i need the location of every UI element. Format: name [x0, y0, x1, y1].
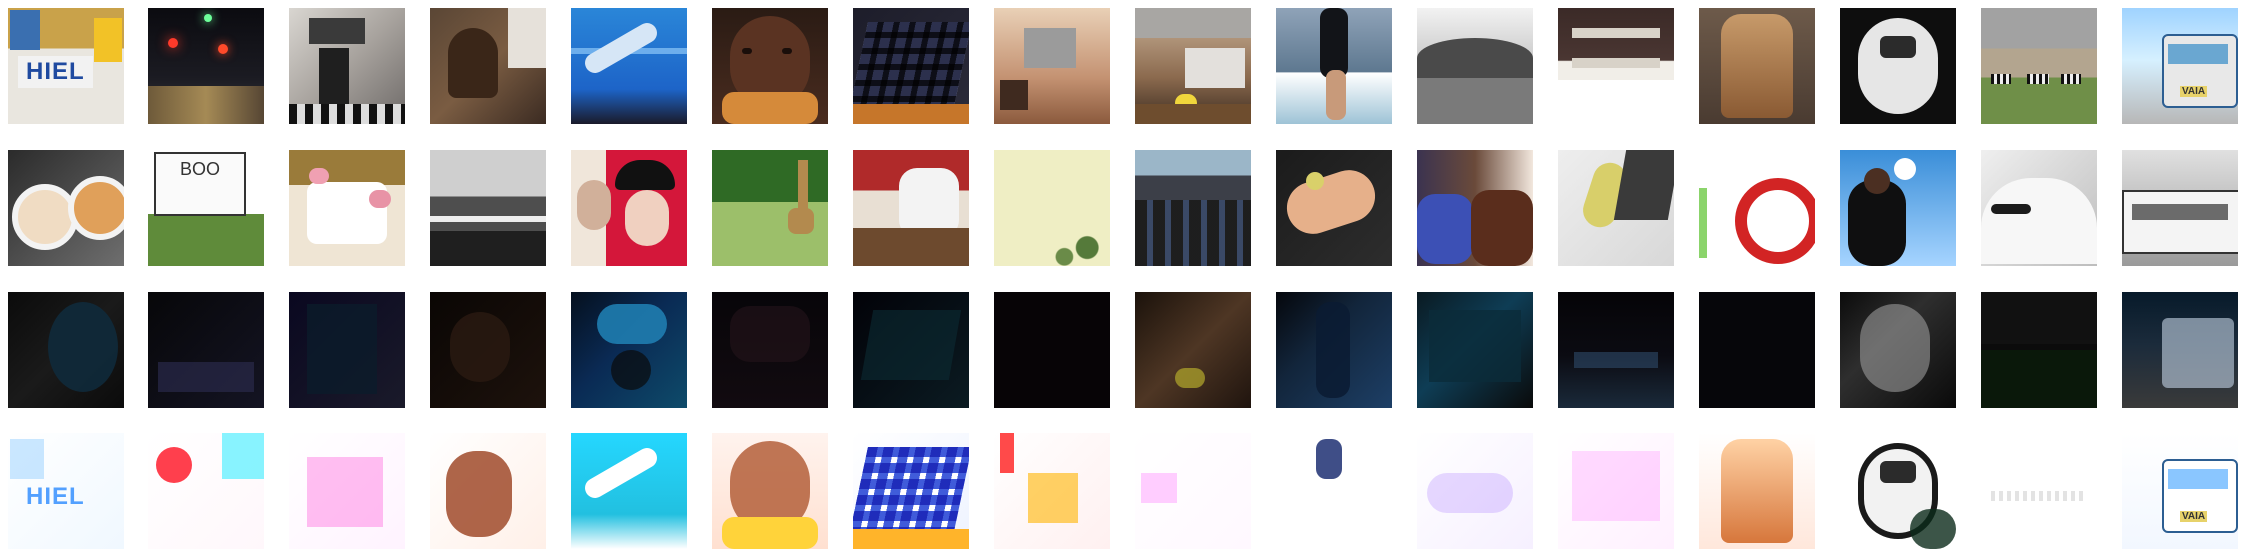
image-tile-pool-person-arm[interactable] [571, 8, 687, 124]
image-tile-bright-3[interactable] [289, 433, 405, 549]
bus-label: VAIA [2180, 86, 2208, 97]
image-tile-calculator-keypad[interactable] [853, 8, 969, 124]
image-tile-gray-road-trees[interactable] [430, 150, 546, 266]
image-tile-child-eating[interactable] [712, 8, 828, 124]
image-tile-white-train-closeup[interactable] [1981, 150, 2097, 266]
image-tile-people-eating[interactable] [1417, 150, 1533, 266]
image-tile-bathroom-shelves[interactable] [1558, 8, 1674, 124]
image-tile-bright-11[interactable] [1417, 433, 1533, 549]
image-tile-bright-1[interactable]: HIEL [8, 433, 124, 549]
image-tile-bright-6[interactable] [712, 433, 828, 549]
image-tile-woman-with-camera[interactable] [1840, 8, 1956, 124]
image-tile-bright-10[interactable] [1276, 433, 1392, 549]
image-tile-dark-5[interactable] [571, 292, 687, 408]
image-tile-city-bus[interactable]: VAIA [2122, 8, 2238, 124]
image-tile-dark-10[interactable] [1276, 292, 1392, 408]
image-tile-dark-13[interactable] [1699, 292, 1815, 408]
image-tile-bright-14[interactable] [1840, 433, 1956, 549]
whiteboard-text: BOO [154, 152, 246, 216]
image-tile-dark-12[interactable] [1558, 292, 1674, 408]
image-tile-dark-16[interactable] [2122, 292, 2238, 408]
image-row-3 [0, 292, 2246, 408]
image-tile-kitchen-appliances[interactable] [289, 8, 405, 124]
image-tile-kitchen-sink-room[interactable] [994, 8, 1110, 124]
image-tile-bright-2[interactable] [148, 433, 264, 549]
image-tile-dark-6[interactable] [712, 292, 828, 408]
image-tile-surfer-legs[interactable] [1276, 8, 1392, 124]
image-tile-people-helmet[interactable] [571, 150, 687, 266]
image-tile-dark-15[interactable] [1981, 292, 2097, 408]
image-tile-dark-2[interactable] [148, 292, 264, 408]
sign-text: HIEL [18, 56, 93, 88]
image-tile-bright-15[interactable] [1981, 433, 2097, 549]
image-tile-bright-9[interactable] [1135, 433, 1251, 549]
image-tile-bright-4[interactable] [430, 433, 546, 549]
bright-bus-label: VAIA [2180, 511, 2208, 522]
image-tile-train-side[interactable] [2122, 150, 2238, 266]
image-row-1: HIEL VAIA [0, 8, 2246, 124]
image-tile-dark-11[interactable] [1417, 292, 1533, 408]
image-tile-dark-1[interactable] [8, 292, 124, 408]
image-row-4: HIEL VAIA [0, 433, 2246, 549]
image-tile-dark-7[interactable] [853, 292, 969, 408]
image-tile-stone-bridge-statues[interactable] [1417, 8, 1533, 124]
image-tile-dark-14[interactable] [1840, 292, 1956, 408]
image-tile-zebras-field[interactable] [1981, 8, 2097, 124]
image-tile-whiteboard-grass[interactable]: BOO [148, 150, 264, 266]
image-tile-red-ring-object[interactable] [1699, 150, 1815, 266]
image-tile-dark-3[interactable] [289, 292, 405, 408]
image-tile-bright-7[interactable] [853, 433, 969, 549]
image-tile-bright-8[interactable] [994, 433, 1110, 549]
image-tile-hand-holding-food[interactable] [1276, 150, 1392, 266]
image-tile-kitchen-with-bananas[interactable] [1135, 8, 1251, 124]
image-tile-bright-16[interactable]: VAIA [2122, 433, 2238, 549]
image-tile-dog-on-couch[interactable] [430, 8, 546, 124]
bright-sign-text: HIEL [26, 483, 85, 510]
image-tile-night-traffic-lights[interactable] [148, 8, 264, 124]
image-tile-pale-sky-branch[interactable] [994, 150, 1110, 266]
image-tile-shield-sign[interactable]: HIEL [8, 8, 124, 124]
image-tile-dark-4[interactable] [430, 292, 546, 408]
image-tile-coffee-and-pie[interactable] [8, 150, 124, 266]
image-tile-dark-9[interactable] [1135, 292, 1251, 408]
image-tile-motorcycles-row[interactable] [1135, 150, 1251, 266]
image-tile-dark-8[interactable] [994, 292, 1110, 408]
image-tile-bright-13[interactable] [1699, 433, 1815, 549]
image-tile-bright-5[interactable] [571, 433, 687, 549]
image-tile-phone-and-banana[interactable] [1558, 150, 1674, 266]
image-row-2: BOO [0, 150, 2246, 266]
image-tile-fire-hydrant[interactable] [1699, 8, 1815, 124]
image-tile-bright-12[interactable] [1558, 433, 1674, 549]
image-tile-giraffes-field[interactable] [712, 150, 828, 266]
image-tile-people-at-table[interactable] [853, 150, 969, 266]
image-tile-person-throwing-frisbee[interactable] [1840, 150, 1956, 266]
image-tile-wedding-cake[interactable] [289, 150, 405, 266]
